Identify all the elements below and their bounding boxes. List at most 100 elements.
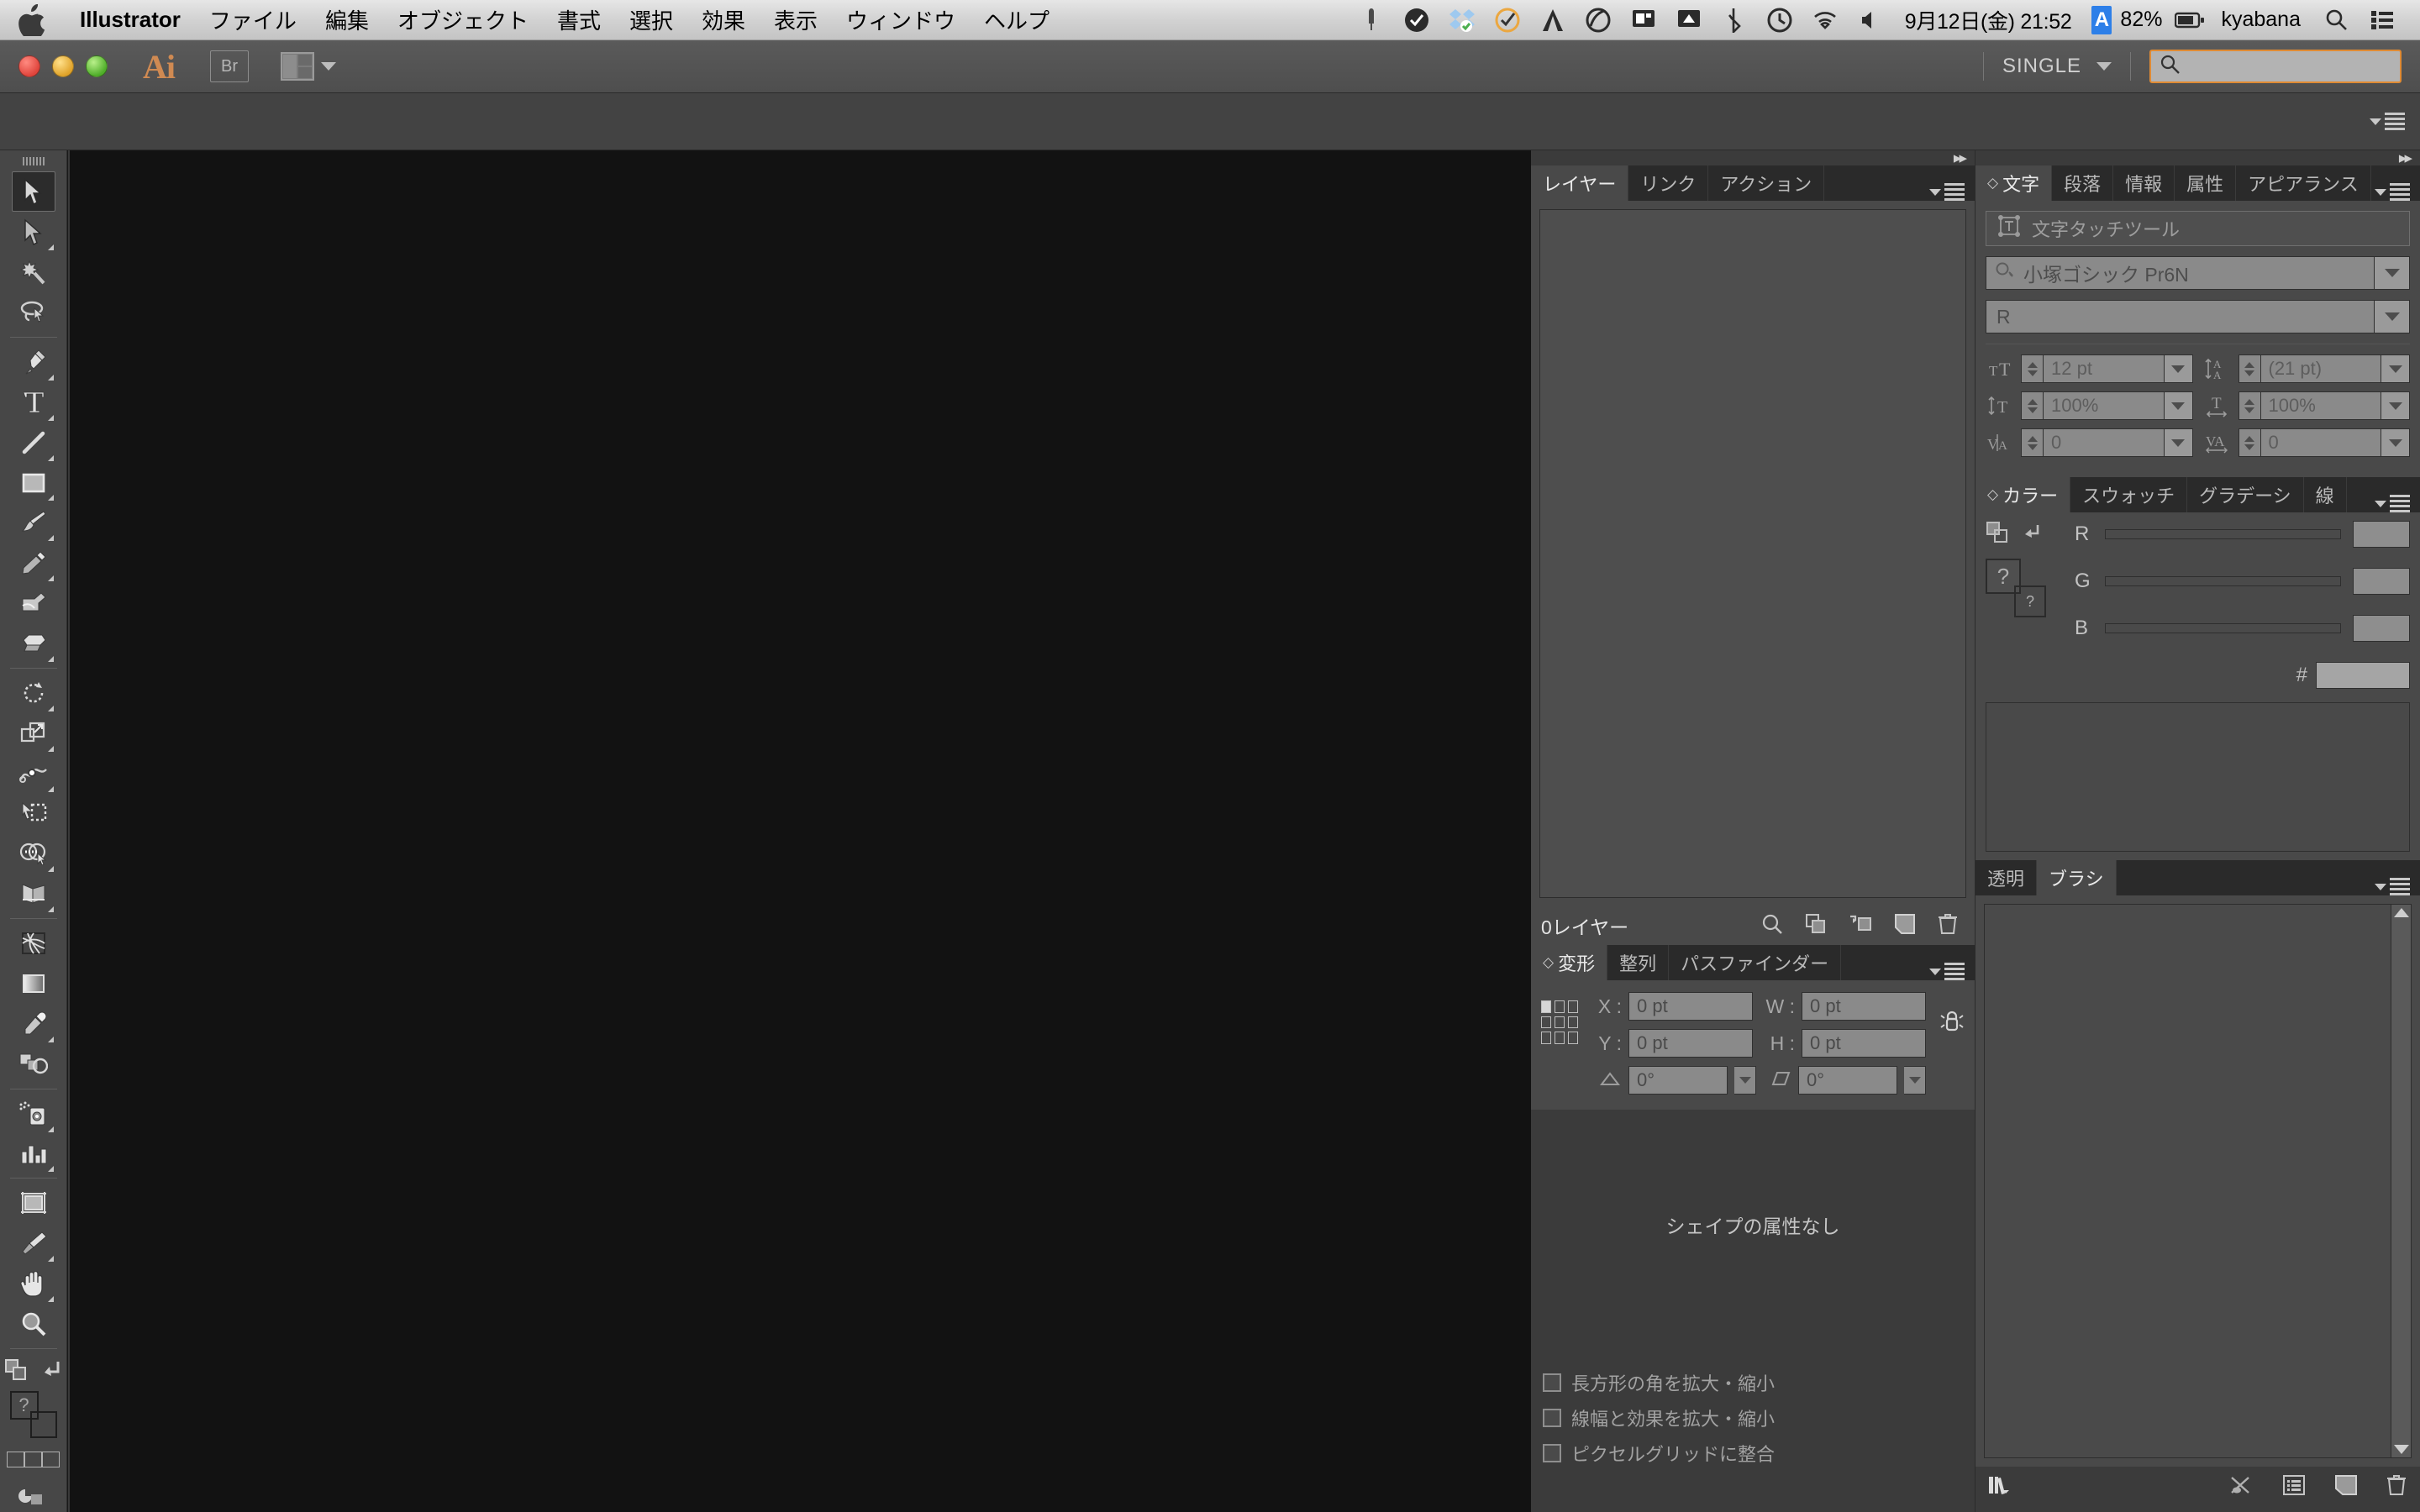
green-slider[interactable] (2105, 576, 2341, 586)
panel-menu-icon[interactable] (2375, 183, 2410, 201)
transform-x-field[interactable]: 0 pt (1628, 992, 1753, 1021)
font-size-field[interactable]: 12 pt (2044, 355, 2164, 382)
scale-rectangle-corners-checkbox[interactable]: 長方形の角を拡大・縮小 (1531, 1365, 1975, 1400)
pencil-tool[interactable] (12, 543, 55, 583)
menu-select[interactable]: 選択 (615, 4, 687, 35)
tab-gradient[interactable]: グラデーシ (2187, 477, 2304, 512)
tab-color[interactable]: ◇ カラー (1975, 477, 2071, 512)
workspace-label[interactable]: SINGLE (2002, 55, 2081, 78)
selection-tool[interactable] (11, 171, 55, 213)
gradient-tool[interactable] (12, 963, 55, 1004)
magic-wand-tool[interactable] (12, 252, 55, 292)
tracking-field[interactable]: 0 (2260, 429, 2381, 456)
width-tool[interactable] (12, 753, 55, 794)
checkbox-box[interactable] (1543, 1409, 1561, 1427)
tab-actions[interactable]: アクション (1708, 165, 1825, 201)
brushes-scrollbar[interactable] (2391, 905, 2411, 1457)
reference-point-icon[interactable] (1541, 1000, 1578, 1044)
blue-slider[interactable] (2105, 623, 2341, 633)
dropbox-icon[interactable] (1439, 0, 1485, 40)
swap-colors-icon[interactable] (2021, 522, 2044, 548)
fill-stroke-indicator[interactable]: ? (9, 1390, 57, 1438)
mesh-tool[interactable] (12, 923, 55, 963)
red-slider[interactable] (2105, 529, 2341, 539)
vertical-scale-stepper[interactable] (2022, 392, 2044, 419)
remove-brush-stroke-icon[interactable] (2228, 1474, 2254, 1500)
rectangle-tool[interactable] (12, 463, 55, 503)
search-icon[interactable] (2314, 0, 2360, 40)
checkmark-circle-icon[interactable] (1394, 0, 1439, 40)
brushes-list[interactable] (1984, 904, 2412, 1458)
checkbox-box[interactable] (1543, 1444, 1561, 1462)
delete-layer-icon[interactable] (1938, 913, 1958, 939)
leading-stepper[interactable] (2238, 355, 2261, 382)
lasso-tool[interactable] (12, 292, 55, 333)
volume-icon[interactable] (1848, 0, 1893, 40)
column-graph-tool[interactable] (12, 1134, 55, 1174)
type-tool[interactable] (12, 382, 55, 423)
tab-info[interactable]: 情報 (2113, 165, 2175, 201)
tab-appearance[interactable]: アピアランス (2236, 165, 2371, 201)
apple-logo-icon[interactable] (18, 3, 47, 39)
close-button[interactable] (18, 55, 40, 77)
hand-tool[interactable] (12, 1263, 55, 1304)
collapse-panels-left[interactable]: ▸▸ (1531, 150, 1975, 166)
direct-selection-tool[interactable] (12, 212, 55, 252)
font-style-dropdown[interactable] (2374, 301, 2409, 333)
input-source-indicator[interactable]: A (2091, 5, 2112, 34)
leading-field[interactable]: (21 pt) (2260, 355, 2381, 382)
collapse-panels-right[interactable]: ▸▸ (1975, 150, 2420, 166)
tab-transform[interactable]: ◇ 変形 (1531, 945, 1608, 980)
gradient-mode-icon[interactable] (24, 1451, 42, 1467)
none-color-icon[interactable]: ? (2014, 585, 2046, 617)
fill-stroke-icon[interactable] (1986, 521, 2009, 549)
horizontal-scale-dropdown[interactable] (2381, 392, 2409, 419)
red-value-field[interactable] (2353, 521, 2410, 548)
artboard-area[interactable] (73, 154, 1531, 1512)
tab-character[interactable]: ◇ 文字 (1975, 165, 2053, 201)
transform-h-field[interactable]: 0 pt (1802, 1029, 1926, 1058)
checkbox-box[interactable] (1543, 1373, 1561, 1392)
line-segment-tool[interactable] (12, 423, 55, 463)
perspective-grid-tool[interactable] (12, 874, 55, 914)
delete-brush-icon[interactable] (2386, 1474, 2408, 1500)
battery-icon[interactable] (2167, 0, 2212, 40)
brush-libraries-icon[interactable] (1987, 1473, 2014, 1501)
none-mode-icon[interactable] (42, 1451, 60, 1467)
bluetooth-icon[interactable] (1712, 0, 1757, 40)
color-spectrum-bar[interactable] (1986, 702, 2410, 852)
toolbar-grip[interactable] (0, 150, 66, 171)
app-a-icon[interactable] (1530, 0, 1576, 40)
eraser-tool[interactable] (12, 623, 55, 664)
menu-app-name[interactable]: Illustrator (66, 7, 195, 33)
checkmark-orange-icon[interactable] (1485, 0, 1530, 40)
tab-swatches[interactable]: スウォッチ (2070, 477, 2188, 512)
maximize-button[interactable] (86, 55, 108, 77)
timemachine-icon[interactable] (1757, 0, 1802, 40)
bridge-button[interactable]: Br (210, 50, 249, 82)
locate-object-icon[interactable] (1761, 913, 1783, 939)
hex-input[interactable] (2316, 662, 2410, 689)
transform-angle-dropdown[interactable] (1734, 1066, 1756, 1095)
default-fill-stroke-icon[interactable] (39, 1358, 63, 1386)
green-value-field[interactable] (2353, 568, 2410, 595)
font-size-stepper[interactable] (2022, 355, 2044, 382)
kerning-field[interactable]: 0 (2044, 429, 2164, 456)
tab-align[interactable]: 整列 (1607, 945, 1670, 980)
touch-type-tool-button[interactable]: 文字タッチツール (1986, 211, 2410, 246)
list-icon[interactable] (2360, 0, 2405, 40)
swap-fill-stroke-icon[interactable] (4, 1358, 28, 1386)
vertical-scale-field[interactable]: 100% (2044, 392, 2164, 419)
font-size-dropdown[interactable] (2163, 355, 2192, 382)
menu-window[interactable]: ウィンドウ (832, 4, 970, 35)
vertical-scale-dropdown[interactable] (2163, 392, 2192, 419)
make-clipping-mask-icon[interactable] (1805, 913, 1827, 939)
align-pixel-grid-checkbox[interactable]: ピクセルグリッドに整合 (1531, 1436, 1975, 1471)
layers-list[interactable] (1539, 209, 1966, 898)
symbol-sprayer-tool[interactable] (12, 1094, 55, 1134)
new-brush-icon[interactable] (2334, 1474, 2358, 1500)
scroll-down-icon[interactable] (2393, 1445, 2409, 1454)
free-transform-tool[interactable] (12, 794, 55, 834)
shape-builder-tool[interactable] (12, 833, 55, 874)
menu-object[interactable]: オブジェクト (383, 4, 543, 35)
